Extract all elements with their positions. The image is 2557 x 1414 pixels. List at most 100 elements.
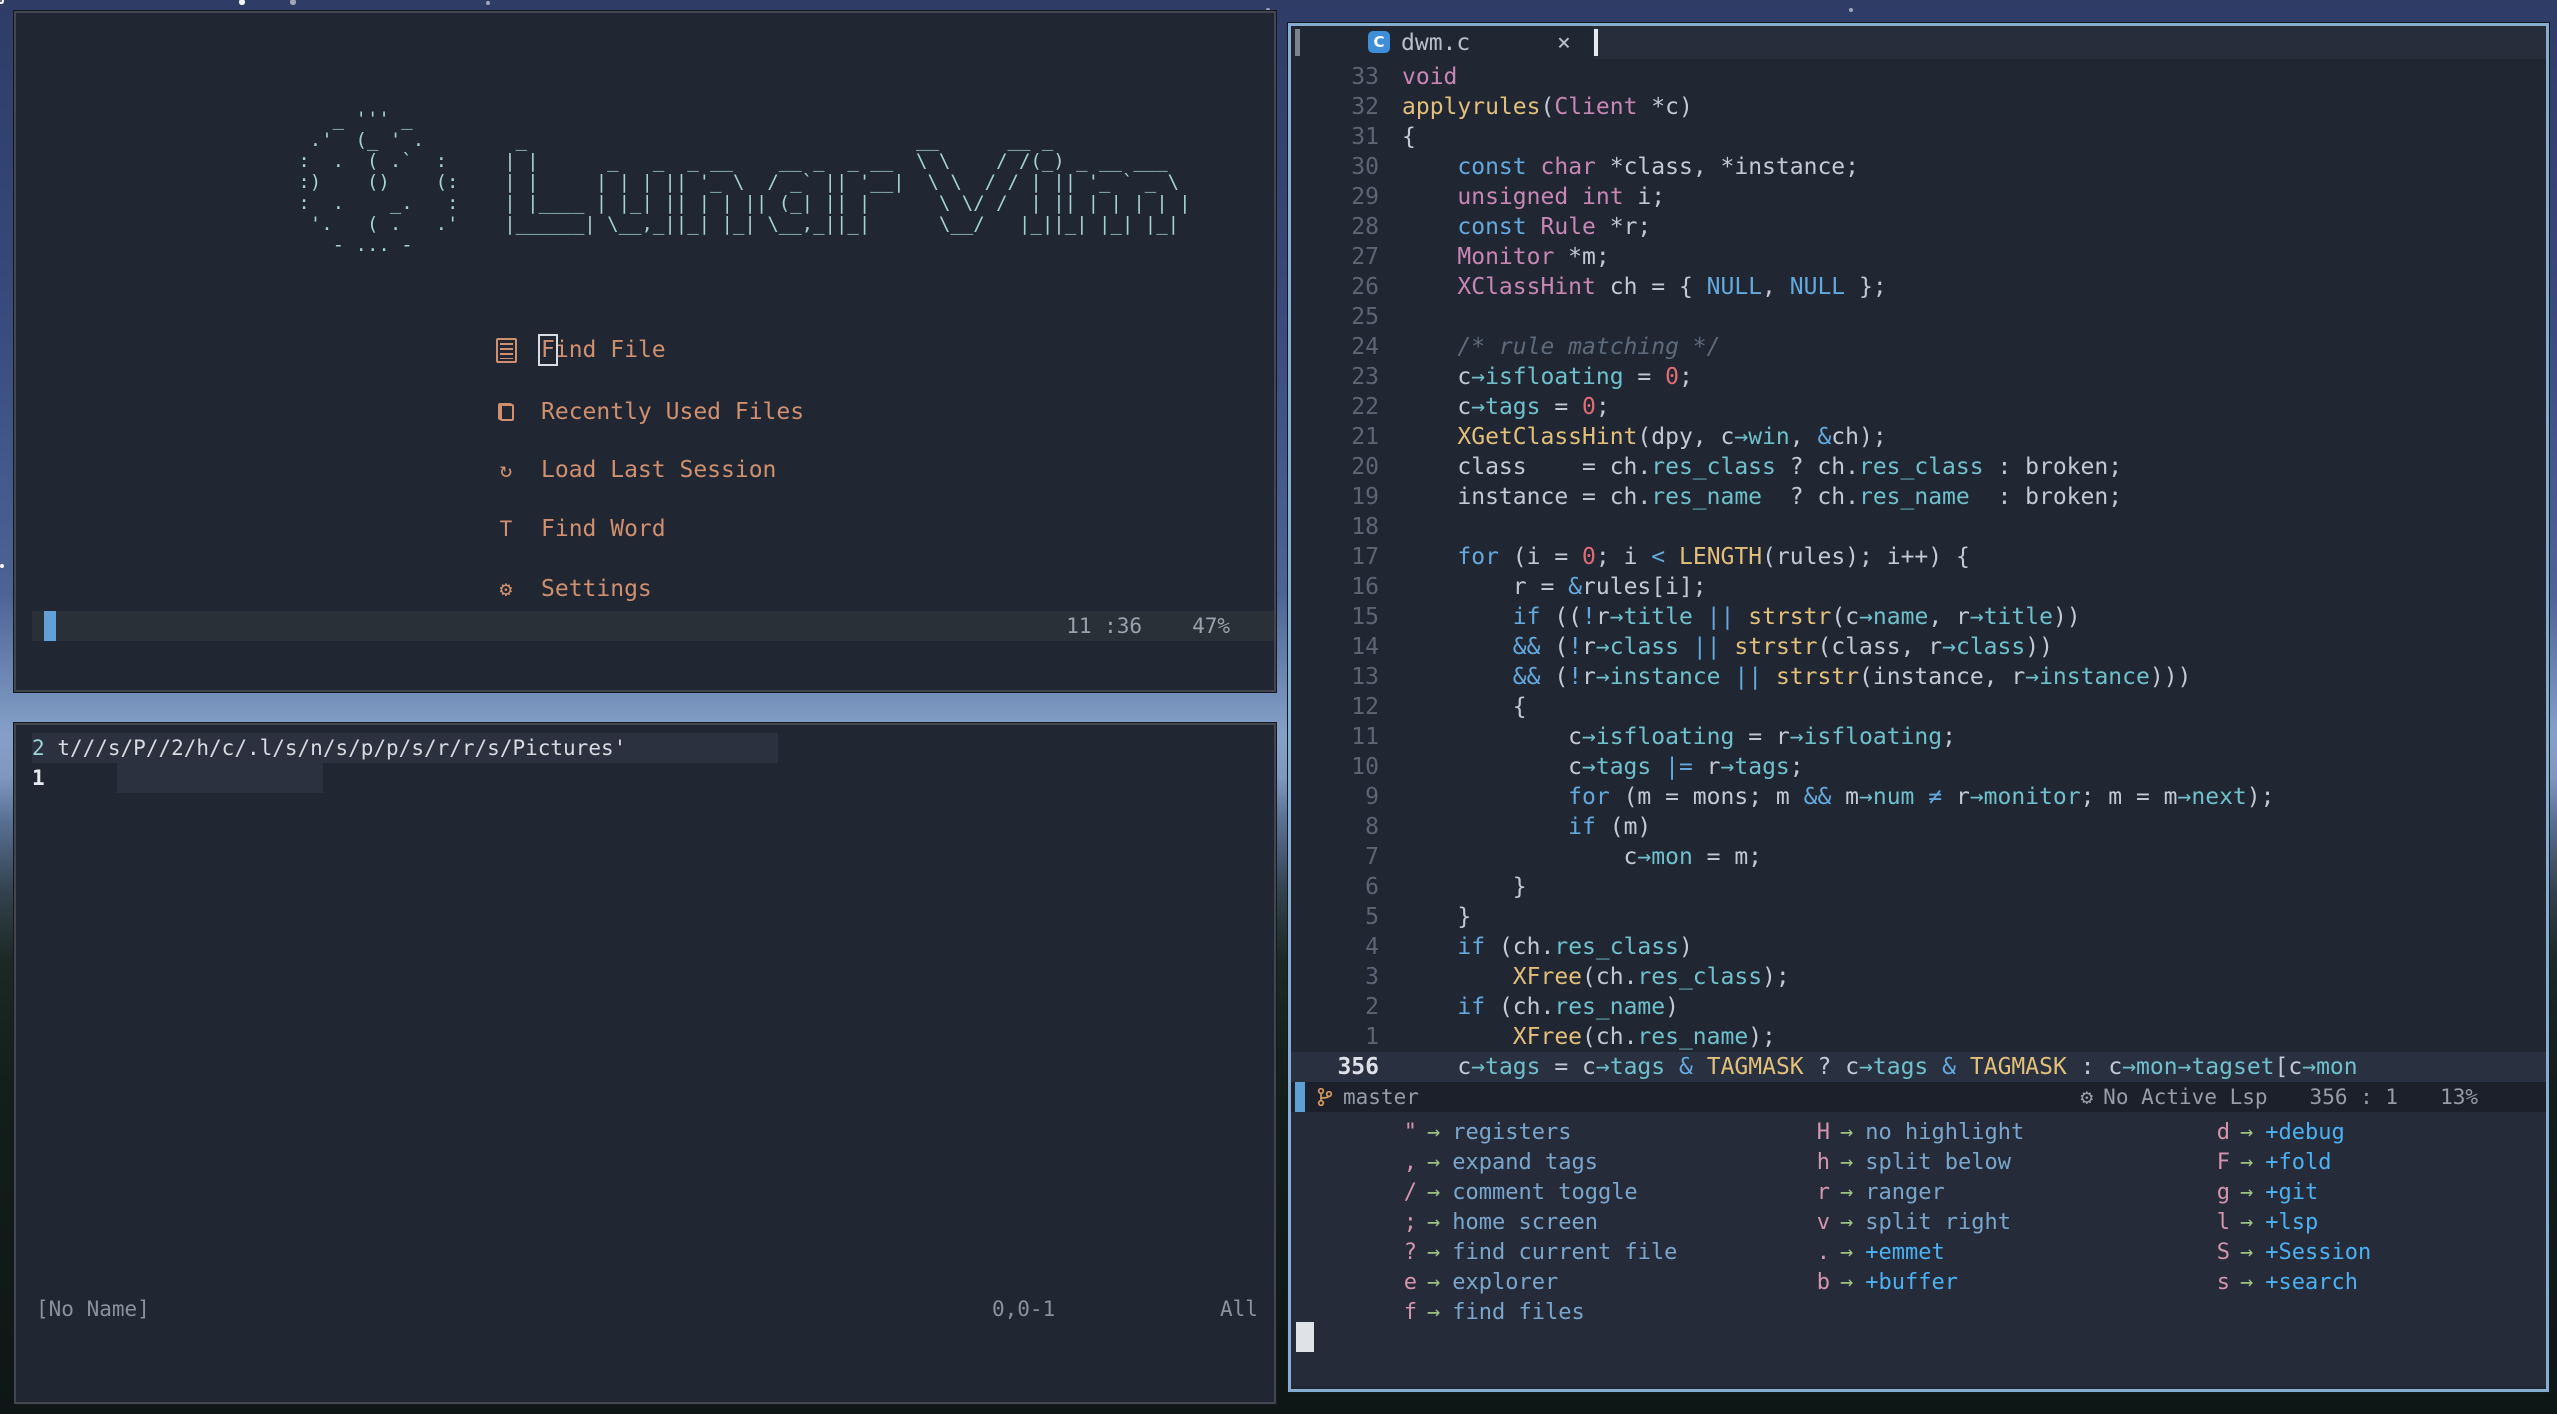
code-line[interactable]: 25 xyxy=(1291,302,2546,332)
code-line[interactable]: 20 class = ch.res_class ? ch.res_class :… xyxy=(1291,452,2546,482)
whichkey-label: +debug xyxy=(2265,1120,2345,1145)
whichkey-binding[interactable]: l → +lsp xyxy=(2158,1208,2318,1238)
whichkey-binding[interactable]: . → +emmet xyxy=(1758,1238,1945,1268)
code-line[interactable]: 2 if (ch.res_name) xyxy=(1291,992,2546,1022)
whichkey-binding[interactable]: S → +Session xyxy=(2158,1238,2371,1268)
close-icon[interactable]: × xyxy=(1557,28,1571,58)
whichkey-key: H xyxy=(1816,1120,1830,1145)
dashboard-statusline: 11 :36 47% xyxy=(32,611,1274,641)
code-line[interactable]: 11 c→isfloating = r→isfloating; xyxy=(1291,722,2546,752)
line-text: && (!r→class || strstr(class, r→class)) xyxy=(1512,634,2053,660)
line-number: 8 xyxy=(1365,814,1379,840)
whichkey-label: +Session xyxy=(2265,1240,2372,1265)
line-text: XFree(ch.res_name); xyxy=(1512,1024,1776,1050)
code-line[interactable]: 10 c→tags |= r→tags; xyxy=(1291,752,2546,782)
line-number: 26 xyxy=(1351,274,1379,300)
dashboard-window[interactable]: _ ''' _ .' (_ ' . _ __ __ _ : . ( .` : |… xyxy=(14,11,1276,692)
menu-item-find-file[interactable]: Find File xyxy=(494,334,666,366)
code-line[interactable]: 13 && (!r→instance || strstr(instance, r… xyxy=(1291,662,2546,692)
code-line[interactable]: 24 /* rule matching */ xyxy=(1291,332,2546,362)
code-line[interactable]: 18 xyxy=(1291,512,2546,542)
code-line[interactable]: 22 c→tags = 0; xyxy=(1291,392,2546,422)
arrow-right-icon: → xyxy=(2240,1150,2254,1175)
code-line[interactable]: 9 for (m = mons; m && m→num ≠ r→monitor;… xyxy=(1291,782,2546,812)
code-line[interactable]: 356 c→tags = c→tags & TAGMASK ? c→tags &… xyxy=(1291,1052,2546,1082)
code-line[interactable]: 29 unsigned int i; xyxy=(1291,182,2546,212)
code-line[interactable]: 21 XGetClassHint(dpy, c→win, &ch); xyxy=(1291,422,2546,452)
line-number: 22 xyxy=(1351,394,1379,420)
file-manager-window[interactable]: 2 t///s/P//2/h/c/.l/s/n/s/p/p/s/r/r/s/Pi… xyxy=(14,723,1276,1404)
whichkey-binding[interactable]: / → comment toggle xyxy=(1345,1178,1638,1208)
line-text: if (m) xyxy=(1568,814,1652,840)
code-line[interactable]: 30 const char *class, *instance; xyxy=(1291,152,2546,182)
arrow-right-icon: → xyxy=(2240,1210,2254,1235)
whichkey-label: find files xyxy=(1452,1300,1585,1325)
tab-filename[interactable]: dwm.c xyxy=(1401,28,1470,58)
whichkey-binding[interactable]: s → +search xyxy=(2158,1268,2358,1298)
code-line[interactable]: 31 { xyxy=(1291,122,2546,152)
code-line[interactable]: 3 XFree(ch.res_class); xyxy=(1291,962,2546,992)
code-line[interactable]: 32 applyrules(Client *c) xyxy=(1291,92,2546,122)
whichkey-binding[interactable]: r → ranger xyxy=(1758,1178,1945,1208)
whichkey-binding[interactable]: ? → find current file xyxy=(1345,1238,1678,1268)
menu-item-find-word[interactable]: T Find Word xyxy=(494,514,666,544)
arrow-right-icon: → xyxy=(2240,1120,2254,1145)
code-line[interactable]: 27 Monitor *m; xyxy=(1291,242,2546,272)
line-number: 356 xyxy=(1337,1054,1379,1080)
code-line[interactable]: 28 const Rule *r; xyxy=(1291,212,2546,242)
code-line[interactable]: 33 void xyxy=(1291,62,2546,92)
code-line[interactable]: 16 r = &rules[i]; xyxy=(1291,572,2546,602)
whichkey-binding[interactable]: h → split below xyxy=(1758,1148,2011,1178)
arrow-right-icon: → xyxy=(1840,1180,1854,1205)
whichkey-binding[interactable]: F → +fold xyxy=(2158,1148,2332,1178)
code-line[interactable]: 26 XClassHint ch = { NULL, NULL }; xyxy=(1291,272,2546,302)
code-line[interactable]: 7 c→mon = m; xyxy=(1291,842,2546,872)
code-line[interactable]: 14 && (!r→class || strstr(class, r→class… xyxy=(1291,632,2546,662)
line-number: 24 xyxy=(1351,334,1379,360)
whichkey-binding[interactable]: d → +debug xyxy=(2158,1118,2345,1148)
code-line[interactable]: 15 if ((!r→title || strstr(c→name, r→tit… xyxy=(1291,602,2546,632)
line-text: && (!r→instance || strstr(instance, r→in… xyxy=(1512,664,2192,690)
whichkey-binding[interactable]: H → no highlight xyxy=(1758,1118,2024,1148)
whichkey-key: d xyxy=(2216,1120,2230,1145)
code-line[interactable]: 8 if (m) xyxy=(1291,812,2546,842)
tab-dwm-c[interactable]: C dwm.c × xyxy=(1291,26,1593,59)
whichkey-binding[interactable]: v → split right xyxy=(1758,1208,2011,1238)
whichkey-binding[interactable]: e → explorer xyxy=(1345,1268,1558,1298)
code-line[interactable]: 12 { xyxy=(1291,692,2546,722)
whichkey-label: +emmet xyxy=(1865,1240,1945,1265)
buffer-line-1: 1 xyxy=(32,763,45,793)
whichkey-label: split below xyxy=(1865,1150,2011,1175)
code-line[interactable]: 19 instance = ch.res_name ? ch.res_name … xyxy=(1291,482,2546,512)
menu-item-label: Load Last Session xyxy=(541,457,777,483)
line-number: 27 xyxy=(1351,244,1379,270)
line-number: 2 xyxy=(32,736,45,760)
line-number: 21 xyxy=(1351,424,1379,450)
scroll-indicator: All xyxy=(1220,1297,1258,1321)
code-line[interactable]: 6 } xyxy=(1291,872,2546,902)
whichkey-binding[interactable]: f → find files xyxy=(1345,1298,1585,1328)
letter-t-icon: T xyxy=(499,517,513,541)
whichkey-binding[interactable]: b → +buffer xyxy=(1758,1268,1958,1298)
git-branch-name[interactable]: master xyxy=(1343,1082,1419,1112)
editor-statusline: master ⚙ No Active Lsp 356 : 1 13% xyxy=(1291,1082,2546,1112)
whichkey-binding[interactable]: g → +git xyxy=(2158,1178,2318,1208)
menu-item-settings[interactable]: ⚙ Settings xyxy=(494,574,652,604)
code-area: 33 void 32 applyrules(Client *c) 31{30 const… xyxy=(1291,62,2546,1082)
code-line[interactable]: 17 for (i = 0; i < LENGTH(rules); i++) { xyxy=(1291,542,2546,572)
whichkey-key: ? xyxy=(1403,1240,1417,1265)
whichkey-label: explorer xyxy=(1452,1270,1559,1295)
whichkey-key: l xyxy=(2216,1210,2230,1235)
whichkey-binding[interactable]: ; → home screen xyxy=(1345,1208,1598,1238)
code-line[interactable]: 1 XFree(ch.res_name); xyxy=(1291,1022,2546,1052)
line-text: if ((!r→title || strstr(c→name, r→title)… xyxy=(1512,604,2081,630)
menu-item-load-last-session[interactable]: ↻ Load Last Session xyxy=(494,455,777,485)
whichkey-binding[interactable]: " → registers xyxy=(1345,1118,1572,1148)
menu-item-recently-used-files[interactable]: Recently Used Files xyxy=(494,397,804,427)
code-line[interactable]: 4 if (ch.res_class) xyxy=(1291,932,2546,962)
whichkey-key: ; xyxy=(1403,1210,1417,1235)
tabline: C dwm.c × xyxy=(1291,26,2546,59)
code-line[interactable]: 23 c→isfloating = 0; xyxy=(1291,362,2546,392)
code-line[interactable]: 5 } xyxy=(1291,902,2546,932)
whichkey-binding[interactable]: , → expand tags xyxy=(1345,1148,1598,1178)
